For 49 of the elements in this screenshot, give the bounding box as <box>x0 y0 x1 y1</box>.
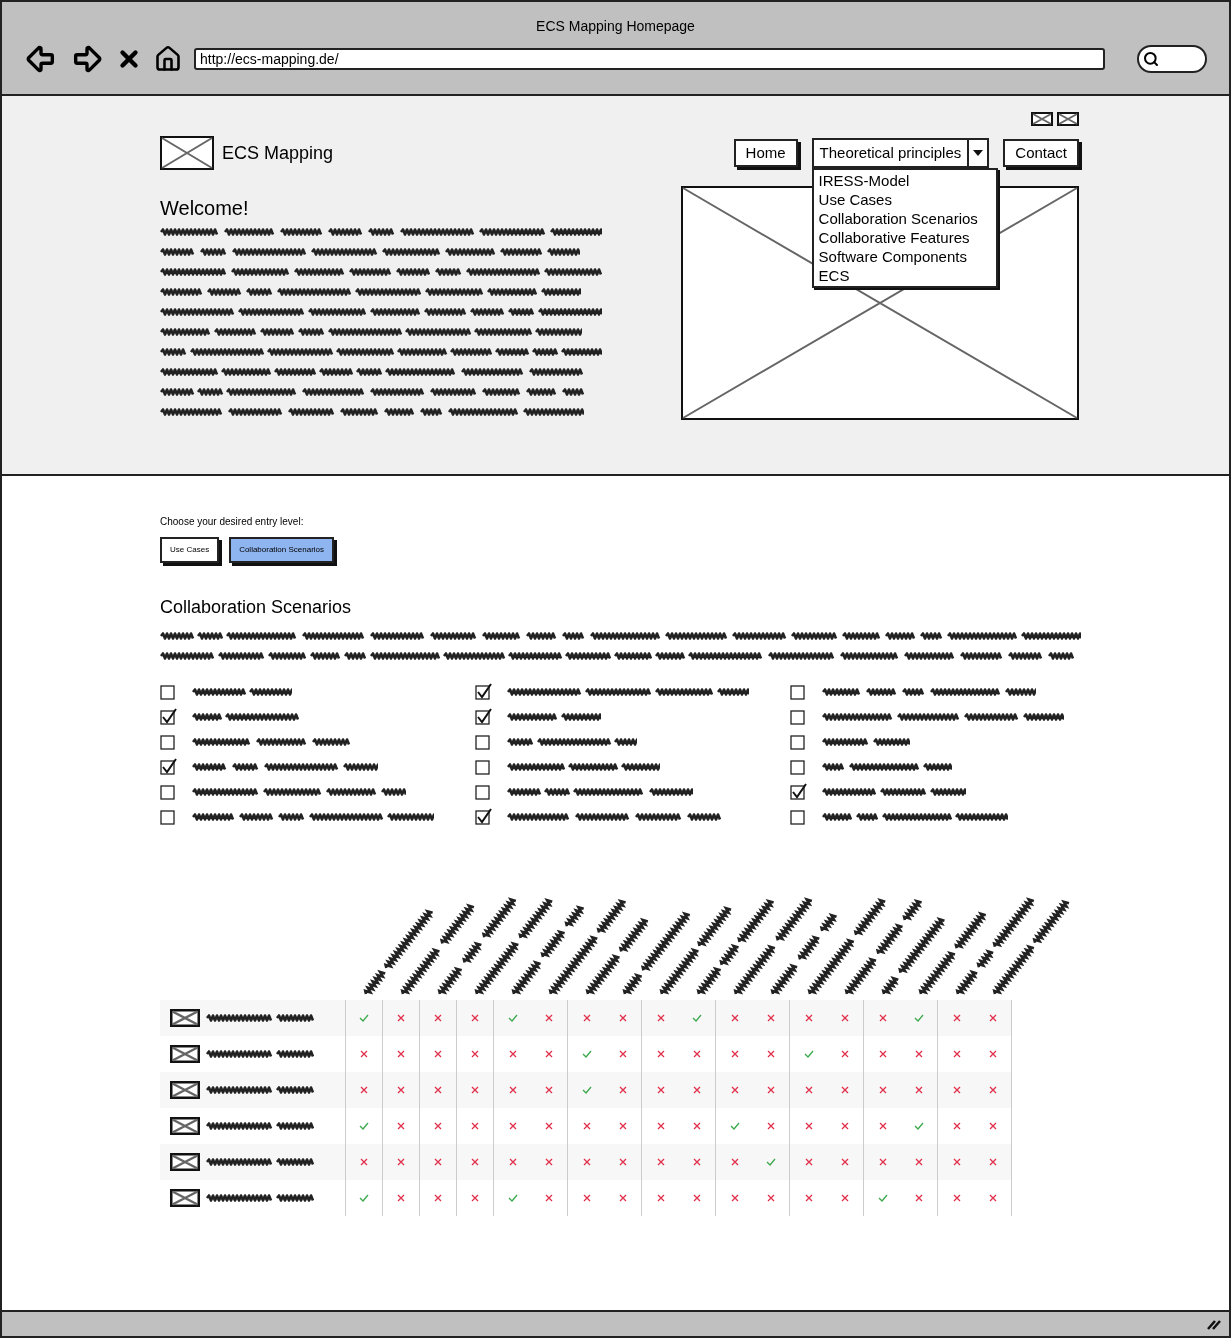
nav-dropdown[interactable]: Theoretical principles <box>811 138 990 168</box>
window-title: ECS Mapping Homepage <box>536 17 695 36</box>
menu-item[interactable]: ECS <box>818 266 991 285</box>
search-field[interactable] <box>1137 45 1207 73</box>
image-icon <box>170 1009 200 1027</box>
menu-item[interactable]: Use Cases <box>818 190 991 209</box>
caret-icon <box>973 150 984 156</box>
checkbox[interactable] <box>790 808 808 826</box>
image-icon <box>170 1153 200 1171</box>
image-icon <box>170 1117 200 1135</box>
resize-grip-icon[interactable] <box>1207 1318 1221 1330</box>
checkbox[interactable] <box>160 808 178 826</box>
image-icon <box>170 1189 200 1207</box>
menu-item[interactable]: Software Components <box>818 247 991 266</box>
image-icon <box>1057 112 1079 126</box>
checkbox[interactable] <box>160 733 178 751</box>
nav-button[interactable]: Contact <box>1003 139 1079 167</box>
checkbox[interactable] <box>475 758 493 776</box>
welcome-heading: Welcome! <box>160 196 250 220</box>
url-field[interactable]: http://ecs-mapping.de/ <box>194 48 1105 70</box>
menu-item[interactable]: IRESS-Model <box>818 171 991 190</box>
entry-level-button[interactable]: Use Cases <box>160 537 220 563</box>
home-icon[interactable] <box>154 45 182 73</box>
image-icon <box>1031 112 1053 126</box>
entry-level-button[interactable]: Collaboration Scenarios <box>229 537 335 563</box>
checked-checkbox[interactable] <box>160 708 178 726</box>
menu-item[interactable]: Collaborative Features <box>818 228 991 247</box>
checkbox[interactable] <box>790 733 808 751</box>
checked-checkbox[interactable] <box>790 783 808 801</box>
logo-text: ECS Mapping <box>222 142 334 165</box>
checkbox[interactable] <box>790 758 808 776</box>
search-icon <box>1143 51 1159 67</box>
image-icon <box>170 1045 200 1063</box>
image-icon <box>170 1081 200 1099</box>
checkbox[interactable] <box>790 683 808 701</box>
checkbox[interactable] <box>160 683 178 701</box>
nav-button[interactable]: Home <box>733 139 798 167</box>
entry-prompt: Choose your desired entry level: <box>160 515 305 529</box>
checked-checkbox[interactable] <box>475 708 493 726</box>
checkbox[interactable] <box>790 708 808 726</box>
checkbox[interactable] <box>475 733 493 751</box>
logo-image <box>160 136 214 170</box>
menu-item[interactable]: Collaboration Scenarios <box>818 209 991 228</box>
checked-checkbox[interactable] <box>475 808 493 826</box>
checkbox[interactable] <box>475 783 493 801</box>
checked-checkbox[interactable] <box>160 758 178 776</box>
section-heading: Collaboration Scenarios <box>160 596 353 619</box>
checkbox[interactable] <box>160 783 178 801</box>
checked-checkbox[interactable] <box>475 683 493 701</box>
